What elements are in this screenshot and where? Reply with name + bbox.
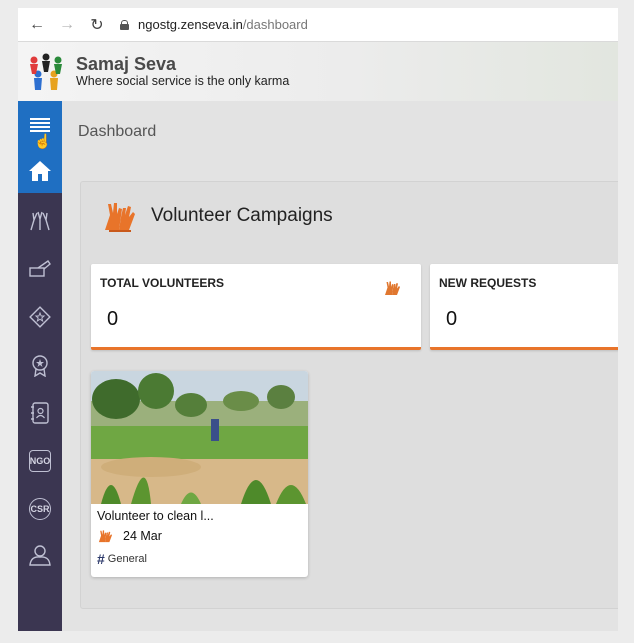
- stat-label: NEW REQUESTS: [439, 276, 537, 290]
- award-icon: [32, 355, 48, 377]
- url-host: ngostg.zenseva.in: [138, 17, 243, 32]
- samaj-seva-logo[interactable]: [26, 52, 66, 92]
- stat-label: TOTAL VOLUNTEERS: [100, 276, 225, 290]
- brand-name: Samaj Seva: [76, 54, 177, 74]
- campaign-image: [91, 371, 308, 504]
- address-bar[interactable]: ngostg.zenseva.in/dashboard: [120, 17, 308, 32]
- total-volunteers-card[interactable]: TOTAL VOLUNTEERS 0: [91, 264, 421, 350]
- csr-icon: CSR: [29, 498, 51, 520]
- sidebar-item-awards[interactable]: [18, 343, 62, 387]
- hashtag-icon: #: [97, 551, 105, 567]
- hand-cursor-icon: ☝: [34, 133, 52, 149]
- sidebar-item-contacts[interactable]: [18, 391, 62, 435]
- app-frame: ← → ↻ ngostg.zenseva.in/dashboard Samaj …: [18, 8, 618, 631]
- sidebar: ☝ NGO CSR: [18, 101, 62, 631]
- users-icon: [29, 545, 51, 566]
- sidebar-item-featured[interactable]: [18, 295, 62, 339]
- sidebar-item-donations[interactable]: [18, 247, 62, 291]
- lock-icon: [120, 19, 129, 30]
- volunteer-campaigns-panel: Volunteer Campaigns TOTAL VOLUNTEERS 0 N…: [80, 181, 618, 609]
- sidebar-item-home[interactable]: [18, 149, 62, 193]
- volunteer-hands-icon: [105, 203, 135, 232]
- ngo-icon: NGO: [29, 450, 51, 472]
- brand-tagline: Where social service is the only karma: [76, 74, 290, 88]
- volunteer-hands-icon: [385, 281, 400, 295]
- contacts-book-icon: [31, 402, 49, 424]
- volunteer-hands-icon: [98, 530, 112, 543]
- panel-title: Volunteer Campaigns: [151, 205, 333, 226]
- home-icon: [29, 161, 51, 181]
- stat-value: 0: [107, 308, 119, 330]
- sidebar-item-volunteers[interactable]: [18, 199, 62, 243]
- sidebar-item-ngo[interactable]: NGO: [18, 439, 62, 483]
- reload-icon[interactable]: ↻: [86, 14, 108, 36]
- site-header: Samaj Seva Where social service is the o…: [18, 42, 618, 101]
- sidebar-item-users[interactable]: [18, 533, 62, 577]
- new-requests-card[interactable]: NEW REQUESTS 0: [430, 264, 618, 350]
- campaign-card[interactable]: Volunteer to clean l... 24 Mar # General: [91, 371, 308, 577]
- campaign-date: 24 Mar: [123, 529, 162, 543]
- main-content: Dashboard Volunteer Campaigns TOTAL VOLU…: [62, 101, 618, 631]
- forward-arrow-icon[interactable]: →: [56, 14, 78, 36]
- page-title: Dashboard: [78, 123, 157, 140]
- sidebar-item-csr[interactable]: CSR: [18, 487, 62, 531]
- donation-icon: [29, 260, 51, 277]
- campaign-title: Volunteer to clean l...: [97, 509, 214, 523]
- back-arrow-icon[interactable]: ←: [26, 14, 48, 36]
- menu-toggle-button[interactable]: ☝: [18, 101, 62, 149]
- menu-icon: [30, 118, 50, 132]
- star-tag-icon: [29, 306, 51, 328]
- volunteer-hands-icon: [30, 211, 50, 231]
- url-path: /dashboard: [242, 17, 308, 32]
- campaign-tag: General: [107, 553, 147, 565]
- stat-value: 0: [446, 308, 458, 330]
- browser-toolbar: ← → ↻ ngostg.zenseva.in/dashboard: [18, 8, 618, 42]
